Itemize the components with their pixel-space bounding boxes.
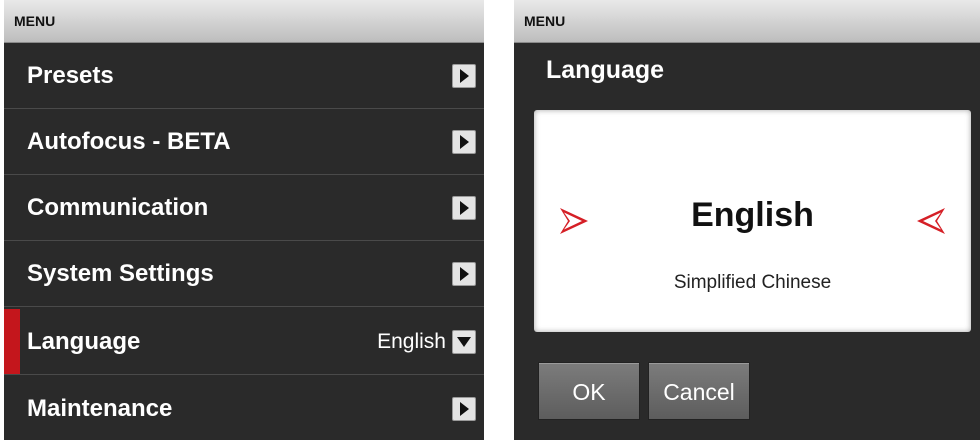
chevron-right-icon (452, 130, 476, 154)
menu-item-label: Communication (27, 194, 209, 221)
menu-item-label: System Settings (27, 260, 214, 287)
cancel-button[interactable]: Cancel (648, 362, 750, 420)
menu-item-system-settings[interactable]: System Settings (4, 241, 484, 307)
menu-header-label: MENU (524, 13, 566, 29)
language-picker-panel: MENU Language English Simplified Chinese… (514, 0, 980, 440)
arrow-left-icon[interactable] (915, 205, 947, 237)
selected-language: English (691, 196, 814, 234)
menu-item-language[interactable]: Language English (4, 309, 484, 375)
menu-item-presets[interactable]: Presets (4, 43, 484, 109)
menu-item-communication[interactable]: Communication (4, 175, 484, 241)
main-menu-panel: MENU Presets Autofocus - BETA Communicat… (4, 0, 484, 440)
menu-header: MENU (4, 0, 484, 43)
menu-item-label: Presets (27, 62, 114, 89)
chevron-right-icon (452, 196, 476, 220)
menu-item-label: Language (27, 328, 141, 355)
menu-item-maintenance[interactable]: Maintenance (4, 376, 484, 440)
menu-header: MENU (514, 0, 980, 43)
language-picker[interactable]: English Simplified Chinese (534, 110, 971, 332)
chevron-right-icon (452, 397, 476, 421)
chevron-right-icon (452, 262, 476, 286)
language-value: English (377, 330, 446, 353)
chevron-right-icon (452, 64, 476, 88)
menu-item-label: Autofocus - BETA (27, 128, 231, 155)
chevron-down-icon (452, 330, 476, 354)
menu-item-autofocus[interactable]: Autofocus - BETA (4, 109, 484, 175)
page-title: Language (546, 56, 665, 84)
next-language-option[interactable]: Simplified Chinese (534, 272, 971, 294)
menu-header-label: MENU (14, 13, 56, 29)
ok-button[interactable]: OK (538, 362, 640, 420)
menu-item-label: Maintenance (27, 395, 173, 422)
